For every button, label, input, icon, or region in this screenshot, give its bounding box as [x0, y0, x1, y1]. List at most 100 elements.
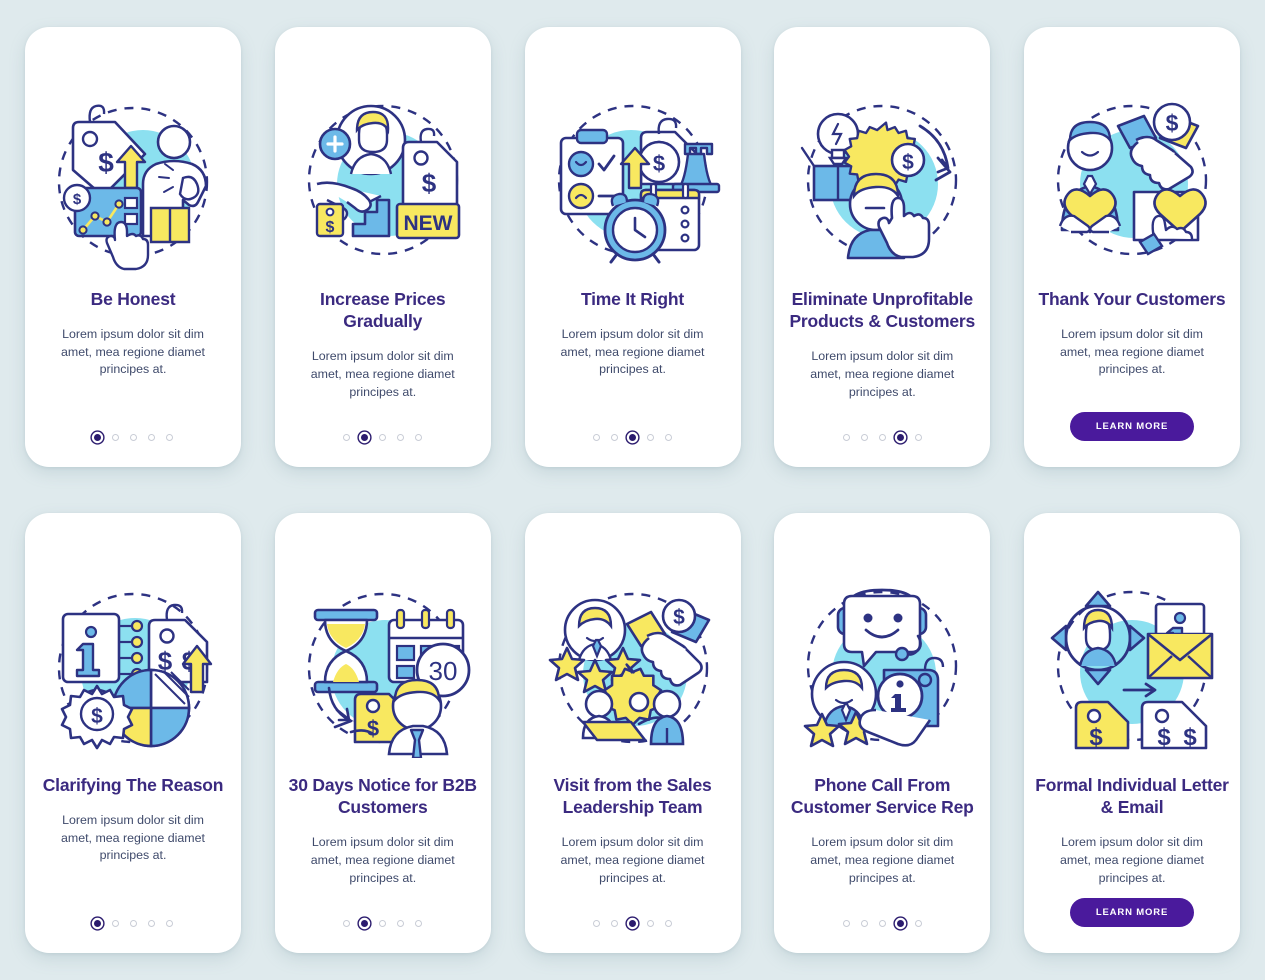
- card-title: Time It Right: [580, 289, 685, 309]
- badge-30-text: 30: [428, 656, 457, 686]
- card-title: Clarifying The Reason: [42, 775, 224, 795]
- pagination-dot-2[interactable]: [111, 434, 119, 441]
- onboarding-card-phone-call-from-csr[interactable]: Phone Call From Customer Service Rep Lor…: [774, 513, 991, 953]
- card-title: Phone Call From Customer Service Rep: [790, 775, 974, 818]
- card-footer: [275, 920, 491, 927]
- pagination-dot-2[interactable]: [860, 434, 868, 441]
- pagination-dot-5[interactable]: [665, 920, 672, 927]
- svg-text:$: $: [1089, 724, 1103, 751]
- illustration-headset-smiley-stars-info-tag-hand: [787, 575, 977, 760]
- card-body-text: Lorem ipsum dolor sit dim amet, mea regi…: [61, 813, 205, 863]
- pagination-dot-4[interactable]: [647, 434, 654, 441]
- onboarding-card-30-days-notice[interactable]: 30 $ 30 Days Notice for B2B Customers Lo…: [274, 513, 491, 953]
- card-title: Visit from the Sales Leadership Team: [553, 775, 712, 818]
- pagination-dot-4[interactable]: [896, 920, 904, 927]
- onboarding-card-time-it-right[interactable]: $ Time It Right Lorem ipsum dolor sit di…: [524, 27, 741, 467]
- pagination-dot-5[interactable]: [165, 434, 173, 441]
- pagination-dots[interactable]: [93, 434, 173, 441]
- pagination-dot-1[interactable]: [593, 434, 600, 441]
- illustration-stars-handshake-gear-meeting: $: [538, 575, 728, 760]
- pagination-dot-3[interactable]: [878, 434, 886, 441]
- card-title: Thank Your Customers: [1038, 289, 1226, 309]
- learn-more-button[interactable]: LEARN MORE: [1069, 412, 1195, 441]
- pagination-dots[interactable]: [343, 434, 423, 441]
- pagination-dots[interactable]: [343, 920, 423, 927]
- pagination-dot-5[interactable]: [665, 434, 672, 441]
- card-row-1: $ $ Be Honest Lorem ipsum dolor sit dim …: [25, 27, 1240, 467]
- pagination-dot-2[interactable]: [361, 434, 369, 441]
- pagination-dot-5[interactable]: [165, 920, 173, 927]
- pagination-dot-4[interactable]: [397, 920, 405, 927]
- pagination-dot-1[interactable]: [343, 920, 351, 927]
- onboarding-screens-board: $ $ Be Honest Lorem ipsum dolor sit dim …: [0, 0, 1265, 980]
- pagination-dot-3[interactable]: [629, 434, 636, 441]
- svg-text:$: $: [902, 151, 914, 174]
- card-footer: [774, 434, 990, 441]
- svg-text:$: $: [422, 168, 437, 198]
- svg-text:$: $: [367, 716, 379, 741]
- illustration-user-arrows-info-envelope-price-tags: $ $ $: [1037, 575, 1227, 760]
- onboarding-card-increase-prices-gradually[interactable]: $ $ NEW Increase Prices Gradually Lorem …: [274, 27, 491, 467]
- pagination-dot-5[interactable]: [914, 920, 922, 927]
- svg-text:$: $: [98, 147, 114, 178]
- pagination-dot-3[interactable]: [129, 920, 137, 927]
- card-footer: LEARN MORE: [1024, 898, 1240, 927]
- pagination-dot-4[interactable]: [647, 920, 654, 927]
- card-body-text: Lorem ipsum dolor sit dim amet, mea regi…: [310, 349, 455, 399]
- pagination-dot-3[interactable]: [629, 920, 636, 927]
- svg-text:$: $: [91, 705, 103, 728]
- pagination-dot-1[interactable]: [93, 920, 101, 927]
- svg-text:$: $: [1157, 724, 1171, 751]
- pagination-dot-4[interactable]: [147, 434, 155, 441]
- pagination-dot-2[interactable]: [860, 920, 868, 927]
- pagination-dot-3[interactable]: [129, 434, 137, 441]
- pagination-dots[interactable]: [842, 920, 922, 927]
- pagination-dot-4[interactable]: [147, 920, 155, 927]
- onboarding-card-visit-from-sales-leadership[interactable]: $ Visit from the Sales Leadership Team L…: [524, 513, 741, 953]
- pagination-dot-3[interactable]: [379, 434, 387, 441]
- onboarding-card-be-honest[interactable]: $ $ Be Honest Lorem ipsum dolor sit dim …: [25, 27, 241, 467]
- pagination-dot-1[interactable]: [593, 920, 600, 927]
- onboarding-card-clarifying-the-reason[interactable]: $ $ $ Clarifying The Reason Lorem ipsum …: [25, 513, 241, 953]
- pagination-dot-4[interactable]: [397, 434, 405, 441]
- onboarding-card-eliminate-unprofitable[interactable]: $ Eliminate Unprofitable Products & Cust…: [774, 27, 991, 467]
- pagination-dot-5[interactable]: [415, 920, 423, 927]
- pagination-dot-3[interactable]: [379, 920, 387, 927]
- illustration-handshake-dollar-heart-thanks: $: [1037, 89, 1227, 274]
- svg-text:$: $: [652, 151, 664, 176]
- pagination-dot-2[interactable]: [611, 920, 618, 927]
- pagination-dots[interactable]: [593, 434, 672, 441]
- svg-text:$: $: [1166, 110, 1179, 136]
- pagination-dot-4[interactable]: [896, 434, 904, 441]
- pagination-dot-2[interactable]: [111, 920, 119, 927]
- illustration-add-user-hand-stairs-new-tag: $ $ NEW: [288, 89, 478, 274]
- pagination-dot-1[interactable]: [93, 434, 101, 441]
- pagination-dots[interactable]: [842, 434, 922, 441]
- pagination-dots[interactable]: [93, 920, 173, 927]
- illustration-clipboard-dollar-rook-alarm-clock-calendar: $: [538, 89, 728, 274]
- card-footer: [275, 434, 491, 441]
- pagination-dot-2[interactable]: [611, 434, 618, 441]
- card-title: 30 Days Notice for B2B Customers: [288, 775, 477, 818]
- svg-text:$: $: [325, 219, 334, 236]
- pagination-dot-5[interactable]: [914, 434, 922, 441]
- card-footer: [774, 920, 990, 927]
- pagination-dot-2[interactable]: [361, 920, 369, 927]
- onboarding-card-thank-your-customers[interactable]: $ Thank Your Customers Lorem ipsum dolor…: [1024, 27, 1240, 467]
- card-body-text: Lorem ipsum dolor sit dim amet, mea regi…: [560, 835, 705, 885]
- card-title: Increase Prices Gradually: [320, 289, 446, 332]
- learn-more-button[interactable]: LEARN MORE: [1069, 898, 1195, 927]
- pagination-dot-1[interactable]: [343, 434, 351, 441]
- card-footer: LEARN MORE: [1024, 412, 1240, 441]
- pagination-dot-1[interactable]: [842, 434, 850, 441]
- illustration-hourglass-calendar-30-price-tag-person: 30 $: [288, 575, 478, 760]
- card-body-text: Lorem ipsum dolor sit dim amet, mea regi…: [1060, 835, 1204, 885]
- card-title: Be Honest: [90, 289, 176, 309]
- pagination-dot-1[interactable]: [842, 920, 850, 927]
- card-title: Eliminate Unprofitable Products & Custom…: [789, 289, 976, 332]
- pagination-dot-3[interactable]: [878, 920, 886, 927]
- card-body-text: Lorem ipsum dolor sit dim amet, mea regi…: [560, 327, 705, 377]
- onboarding-card-formal-individual-letter-email[interactable]: $ $ $ Formal Individual Letter & Email L…: [1024, 513, 1240, 953]
- pagination-dot-5[interactable]: [415, 434, 423, 441]
- pagination-dots[interactable]: [593, 920, 672, 927]
